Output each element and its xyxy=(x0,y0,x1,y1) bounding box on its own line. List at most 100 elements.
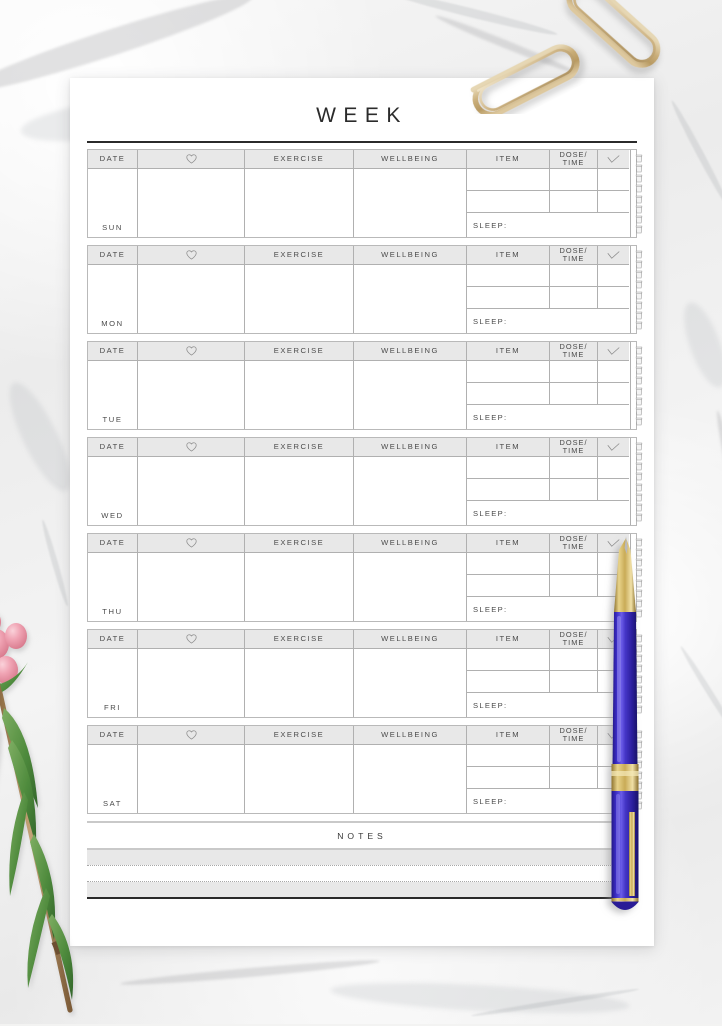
water-glass-icon[interactable] xyxy=(635,483,643,491)
cell-mood[interactable] xyxy=(138,745,245,813)
cell-date[interactable]: SUN xyxy=(88,169,138,237)
cell-done[interactable] xyxy=(598,671,629,693)
cell-dose-time[interactable] xyxy=(550,457,598,479)
water-glass-icon[interactable] xyxy=(635,215,643,224)
cell-date[interactable]: WED xyxy=(88,457,138,525)
cell-mood[interactable] xyxy=(138,457,245,525)
water-glass-icon[interactable] xyxy=(635,513,643,522)
cell-item[interactable] xyxy=(467,479,550,501)
cell-done[interactable] xyxy=(598,191,629,213)
cell-exercise[interactable] xyxy=(245,169,354,237)
cell-done[interactable] xyxy=(598,575,629,597)
water-glass-icon[interactable] xyxy=(635,579,643,587)
water-glass-icon[interactable] xyxy=(635,472,643,481)
cell-dose-time[interactable] xyxy=(550,191,598,213)
water-glass-icon[interactable] xyxy=(635,356,643,365)
water-glass-icon[interactable] xyxy=(635,664,643,673)
cell-dose-time[interactable] xyxy=(550,553,598,575)
water-glass-icon[interactable] xyxy=(635,376,643,385)
water-glass-icon[interactable] xyxy=(635,442,643,451)
cell-dose-time[interactable] xyxy=(550,265,598,287)
cell-exercise[interactable] xyxy=(245,457,354,525)
cell-dose-time[interactable] xyxy=(550,671,598,693)
cell-dose-time[interactable] xyxy=(550,767,598,789)
cell-sleep[interactable]: SLEEP: xyxy=(467,309,629,333)
water-glass-icon[interactable] xyxy=(635,634,643,643)
water-glass-icon[interactable] xyxy=(635,462,643,471)
water-glass-icon[interactable] xyxy=(635,195,643,203)
cell-done[interactable] xyxy=(598,649,629,671)
cell-exercise[interactable] xyxy=(245,265,354,333)
water-glass-icon[interactable] xyxy=(635,225,643,234)
cell-date[interactable]: THU xyxy=(88,553,138,621)
cell-date[interactable]: MON xyxy=(88,265,138,333)
cell-done[interactable] xyxy=(598,745,629,767)
water-glass-icon[interactable] xyxy=(635,250,643,259)
cell-exercise[interactable] xyxy=(245,553,354,621)
cell-wellbeing[interactable] xyxy=(354,169,467,237)
water-glass-icon[interactable] xyxy=(635,644,643,653)
cell-item[interactable] xyxy=(467,553,550,575)
cell-mood[interactable] xyxy=(138,553,245,621)
water-glass-icon[interactable] xyxy=(635,675,643,683)
water-glass-icon[interactable] xyxy=(635,260,643,269)
cell-sleep[interactable]: SLEEP: xyxy=(467,405,629,429)
water-glass-icon[interactable] xyxy=(635,311,643,320)
water-glass-icon[interactable] xyxy=(635,280,643,289)
water-glass-icon[interactable] xyxy=(635,695,643,704)
water-glass-icon[interactable] xyxy=(635,174,643,183)
notes-line[interactable] xyxy=(87,882,637,897)
cell-item[interactable] xyxy=(467,649,550,671)
notes-line[interactable] xyxy=(87,850,637,865)
cell-wellbeing[interactable] xyxy=(354,649,467,717)
cell-mood[interactable] xyxy=(138,361,245,429)
cell-dose-time[interactable] xyxy=(550,287,598,309)
cell-date[interactable]: FRI xyxy=(88,649,138,717)
water-glass-icon[interactable] xyxy=(635,548,643,557)
water-glass-icon[interactable] xyxy=(635,301,643,309)
cell-done[interactable] xyxy=(598,265,629,287)
water-glass-icon[interactable] xyxy=(635,801,643,810)
cell-dose-time[interactable] xyxy=(550,361,598,383)
water-glass-icon[interactable] xyxy=(635,568,643,577)
water-glass-icon[interactable] xyxy=(635,750,643,759)
water-glass-icon[interactable] xyxy=(635,291,643,299)
water-glass-icon[interactable] xyxy=(635,771,643,779)
water-glass-icon[interactable] xyxy=(635,417,643,426)
cell-exercise[interactable] xyxy=(245,649,354,717)
cell-mood[interactable] xyxy=(138,265,245,333)
water-glass-icon[interactable] xyxy=(635,164,643,173)
cell-done[interactable] xyxy=(598,361,629,383)
cell-done[interactable] xyxy=(598,553,629,575)
cell-sleep[interactable]: SLEEP: xyxy=(467,213,629,237)
cell-done[interactable] xyxy=(598,457,629,479)
water-glass-icon[interactable] xyxy=(635,781,643,789)
cell-item[interactable] xyxy=(467,575,550,597)
water-glass-icon[interactable] xyxy=(635,791,643,800)
cell-done[interactable] xyxy=(598,169,629,191)
cell-exercise[interactable] xyxy=(245,361,354,429)
water-glass-icon[interactable] xyxy=(635,493,643,501)
cell-exercise[interactable] xyxy=(245,745,354,813)
notes-line[interactable] xyxy=(87,866,637,881)
cell-sleep[interactable]: SLEEP: xyxy=(467,693,629,717)
water-glass-icon[interactable] xyxy=(635,538,643,547)
cell-dose-time[interactable] xyxy=(550,649,598,671)
water-glass-icon[interactable] xyxy=(635,740,643,749)
cell-sleep[interactable]: SLEEP: xyxy=(467,597,629,621)
cell-date[interactable]: TUE xyxy=(88,361,138,429)
cell-wellbeing[interactable] xyxy=(354,361,467,429)
cell-done[interactable] xyxy=(598,479,629,501)
cell-date[interactable]: SAT xyxy=(88,745,138,813)
water-glass-icon[interactable] xyxy=(635,730,643,739)
cell-dose-time[interactable] xyxy=(550,575,598,597)
cell-dose-time[interactable] xyxy=(550,745,598,767)
cell-item[interactable] xyxy=(467,457,550,479)
cell-item[interactable] xyxy=(467,671,550,693)
water-glass-icon[interactable] xyxy=(635,558,643,567)
water-glass-icon[interactable] xyxy=(635,685,643,693)
cell-sleep[interactable]: SLEEP: xyxy=(467,789,629,813)
water-glass-icon[interactable] xyxy=(635,387,643,395)
cell-dose-time[interactable] xyxy=(550,383,598,405)
cell-item[interactable] xyxy=(467,745,550,767)
